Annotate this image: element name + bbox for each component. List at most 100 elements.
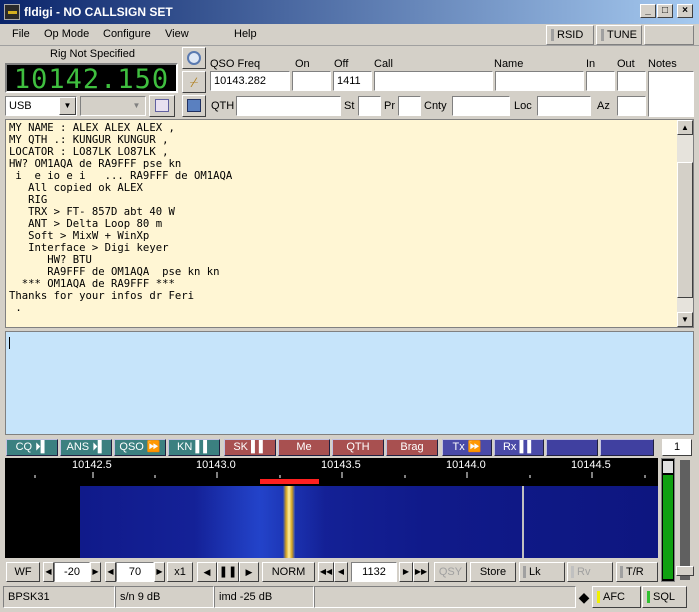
rx-text: MY NAME : ALEX ALEX ALEX , MY QTH .: KUN… [9,122,233,314]
chevron-down-icon[interactable]: ▼ [59,97,76,115]
macro-kn-button[interactable]: KN ▌▌ [168,439,220,456]
reverse-toggle[interactable]: Rv [567,562,613,582]
rst-out-field[interactable] [617,71,646,91]
ref-level-increase-icon[interactable]: ▶ [90,562,101,582]
name-label: Name [494,58,524,70]
squelch-handle[interactable] [676,566,694,576]
menu-help[interactable]: Help [234,28,257,40]
qsy-button[interactable]: QSY [434,562,467,582]
macro-rx-button[interactable]: Rx ▌▌ [494,439,544,456]
qso-freq-field[interactable]: 10143.282 [210,71,290,91]
afc-toggle[interactable]: AFC [592,586,641,608]
squelch-slider[interactable] [676,458,694,582]
notes-field[interactable] [648,71,694,117]
rx-text-panel[interactable]: MY NAME : ALEX ALEX ALEX , MY QTH .: KUN… [5,119,694,328]
carrier-decrease-icon[interactable]: ◀ [334,562,348,582]
province-label: Pr [384,100,395,112]
menu-op-mode[interactable]: Op Mode [44,28,89,40]
chevron-down-icon[interactable]: ▼ [128,97,145,115]
globe-button[interactable] [182,47,206,69]
azimuth-label: Az [597,100,610,112]
scroll-up-icon[interactable]: ▲ [677,120,693,135]
menu-spare-button[interactable] [644,25,694,45]
lookup-button[interactable] [149,95,175,117]
carrier-increase-icon[interactable]: ▶ [399,562,413,582]
frequency-display[interactable]: 10142.150 [5,63,178,95]
macro-ans-button[interactable]: ANS ⏵▌ [60,439,112,456]
state-field[interactable] [358,96,381,116]
frequency-scale[interactable]: 10142.5 10143.0 10143.5 10144.0 10144.5 [5,458,658,478]
tune-button[interactable]: TUNE [596,25,642,45]
macro-me-button[interactable]: Me [278,439,330,456]
rx-scrollbar[interactable]: ▲ ▼ [677,120,693,327]
scroll-down-icon[interactable]: ▼ [677,312,693,327]
text-cursor [9,337,10,349]
call-label: Call [374,58,393,70]
province-field[interactable] [398,96,421,116]
norm-speed-button[interactable]: NORM [262,562,315,582]
macro-cq-button[interactable]: CQ ⏵▌ [6,439,58,456]
fast-forward-icon[interactable]: ▶▶ [413,562,429,582]
wf-mode-button[interactable]: WF [6,562,40,582]
ref-level-decrease-icon[interactable]: ◀ [43,562,54,582]
save-log-button[interactable] [182,95,206,117]
rx-bandwidth-cursor[interactable] [260,479,319,484]
macro-empty-button-1[interactable] [546,439,598,456]
range-field[interactable]: 70 [116,562,154,582]
rsid-button[interactable]: RSID [546,25,594,45]
bandwidth-select[interactable]: ▼ [80,96,146,116]
play-back-icon[interactable]: ◀ [197,562,217,582]
carrier-frequency-field[interactable]: 1132 [351,562,397,582]
locator-label: Loc [514,100,532,112]
menu-file[interactable]: File [12,28,30,40]
status-mode[interactable]: BPSK31 [3,586,115,608]
globe-icon [187,51,201,65]
rst-in-field[interactable] [586,71,615,91]
sql-toggle[interactable]: SQL [642,586,687,608]
menu-view[interactable]: View [165,28,189,40]
scale-tick-label: 10144.5 [571,459,611,471]
range-increase-icon[interactable]: ▶ [154,562,165,582]
macro-qth-button[interactable]: QTH [332,439,384,456]
time-off-field[interactable]: 1411 [333,71,372,91]
macro-brag-button[interactable]: Brag [386,439,438,456]
menu-configure[interactable]: Configure [103,28,151,40]
scale-tick-label: 10143.5 [321,459,361,471]
lock-toggle[interactable]: Lk [519,562,565,582]
qso-freq-label: QSO Freq [210,58,261,70]
name-field[interactable] [495,71,584,91]
diamond-icon[interactable]: ◆ [578,589,590,607]
minimize-button[interactable]: _ [640,4,656,18]
country-field[interactable] [452,96,510,116]
qth-field[interactable] [236,96,341,116]
tr-toggle[interactable]: T/R [616,562,658,582]
ref-level-field[interactable]: -20 [54,562,90,582]
call-field[interactable] [374,71,493,91]
range-decrease-icon[interactable]: ◀ [105,562,116,582]
time-on-field[interactable] [292,71,331,91]
store-button[interactable]: Store [470,562,516,582]
mode-select[interactable]: USB ▼ [5,96,77,116]
macro-empty-button-2[interactable] [600,439,654,456]
tx-text-panel[interactable] [5,331,694,435]
pause-icon[interactable]: ❚❚ [217,562,239,582]
fast-rewind-icon[interactable]: ◀◀ [318,562,334,582]
waterfall-signal [283,486,295,558]
waterfall[interactable] [5,478,658,558]
title-bar: fldigi - NO CALLSIGN SET _ □ × [0,0,699,24]
broom-icon: ⌿ [189,74,199,90]
qth-label: QTH [211,100,235,112]
maximize-button[interactable]: □ [657,4,673,18]
close-button[interactable]: × [677,4,693,18]
macro-tx-button[interactable]: Tx ⏩ [442,439,492,456]
macro-sk-button[interactable]: SK ▌▌ [224,439,276,456]
scroll-thumb[interactable] [677,162,693,298]
macro-qso-button[interactable]: QSO ⏩ [114,439,166,456]
play-forward-icon[interactable]: ▶ [239,562,259,582]
macro-page-button[interactable]: 1 [662,439,692,456]
locator-field[interactable] [537,96,591,116]
country-label: Cnty [424,100,447,112]
zoom-button[interactable]: x1 [167,562,193,582]
clear-log-button[interactable]: ⌿ [182,71,206,93]
azimuth-field[interactable] [617,96,646,116]
